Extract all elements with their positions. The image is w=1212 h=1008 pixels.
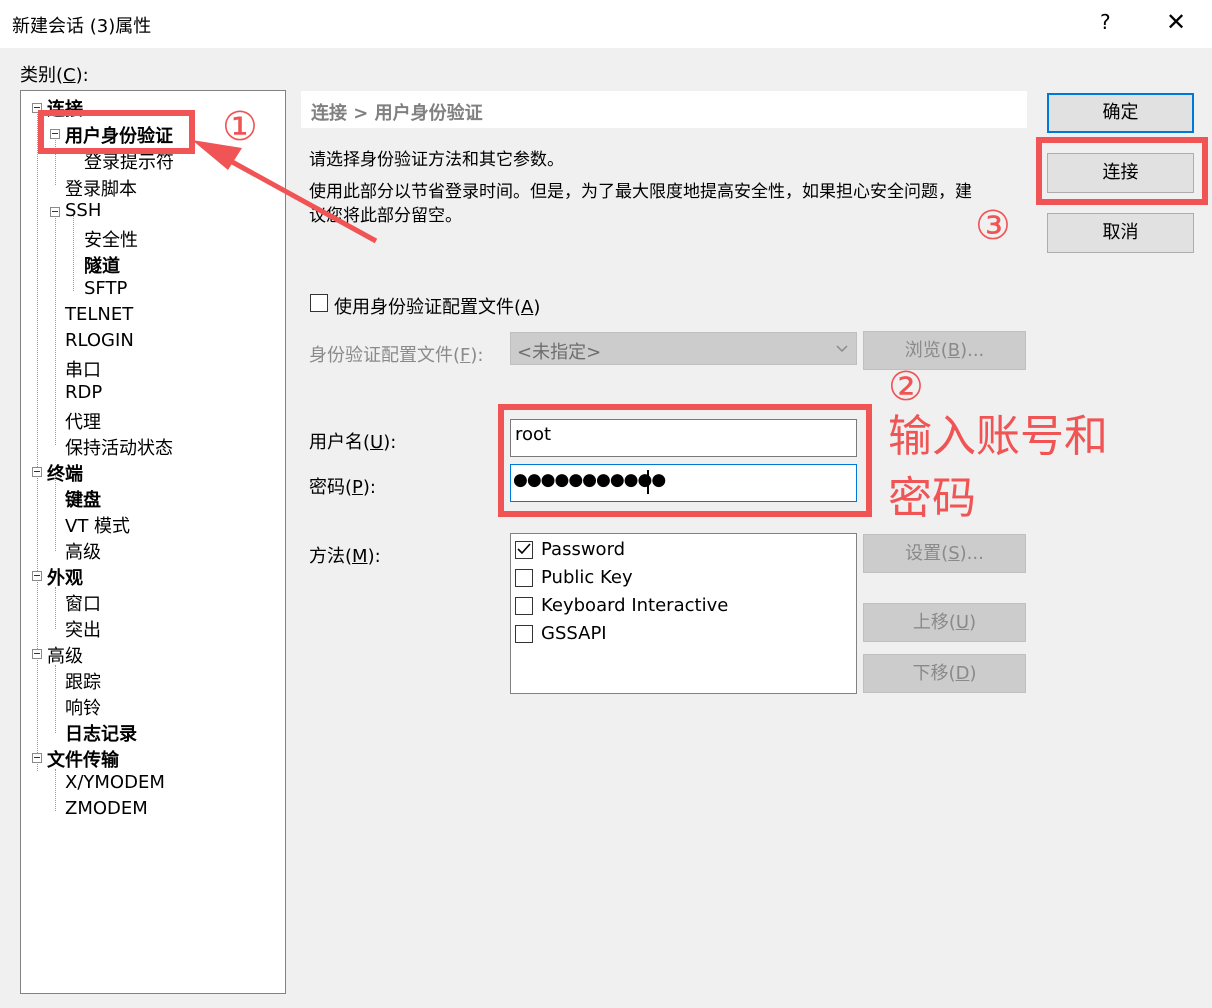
annotation-note-line-1: 输入账号和 bbox=[888, 411, 1108, 462]
annotation-note-line-2: 密码 bbox=[888, 473, 976, 524]
annotation-note: 输入账号和 密码 bbox=[888, 406, 1138, 530]
annotation-step-2: ② bbox=[888, 364, 924, 410]
annotation-step-3: ③ bbox=[975, 203, 1011, 249]
annotation-step-1: ① bbox=[222, 104, 258, 150]
